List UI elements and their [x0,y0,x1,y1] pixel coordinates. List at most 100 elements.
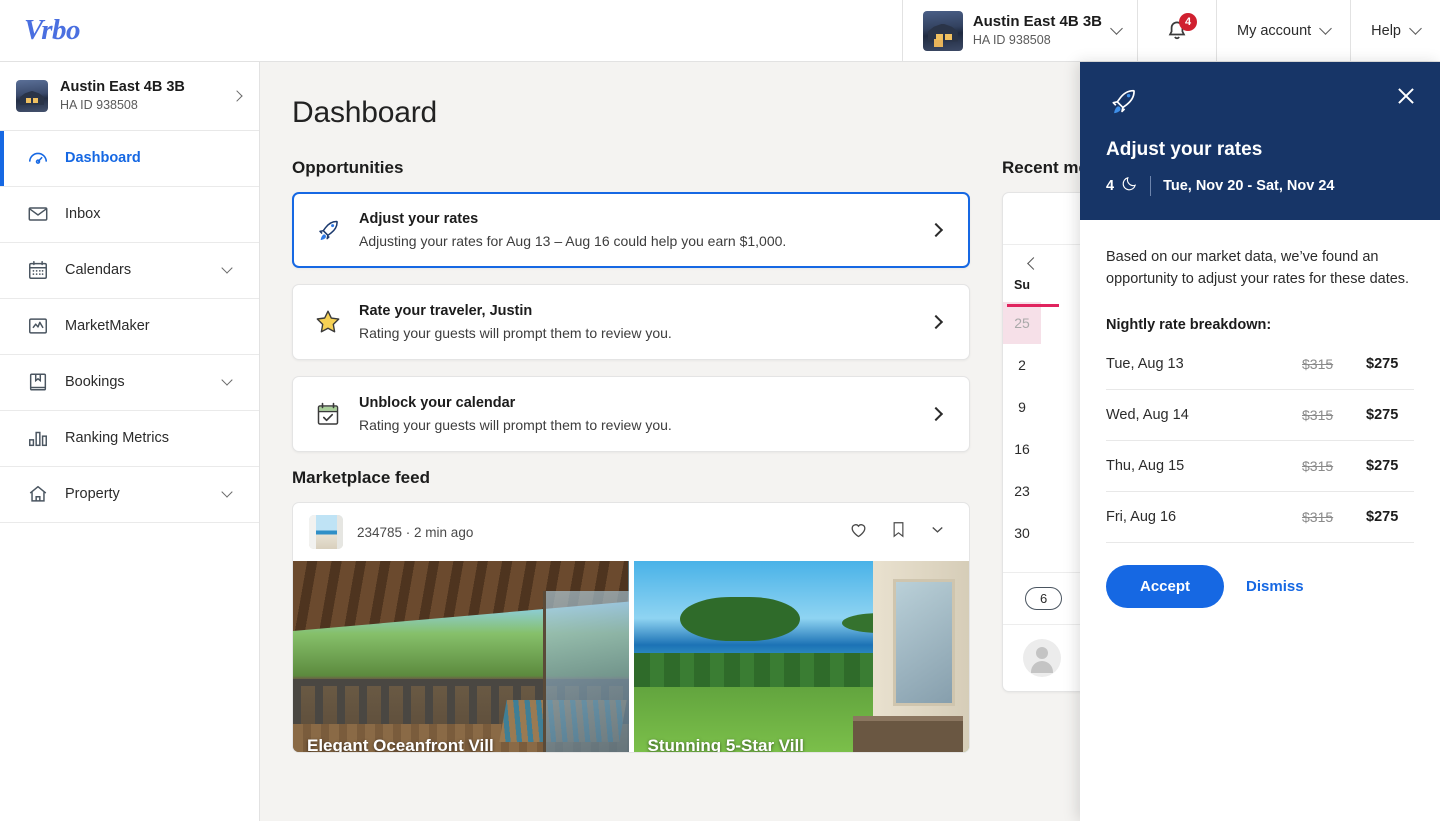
property-switcher[interactable]: Austin East 4B 3B HA ID 938508 [901,0,1137,61]
sidebar-item-ranking-metrics[interactable]: Ranking Metrics [0,411,259,467]
opportunities-heading: Opportunities [292,158,404,177]
feed-post-meta: 234785 · 2 min ago [357,524,474,540]
chevron-right-icon[interactable] [928,222,944,238]
sidebar-item-label: Ranking Metrics [65,430,169,447]
rate-old-price: $315 [1302,406,1334,423]
sidebar-item-property[interactable]: Property [0,467,259,523]
calendar-dow-label: Su [1014,278,1030,292]
calendar-icon [27,259,49,281]
feed-photo-2[interactable]: Stunning 5-Star Vill [633,561,969,752]
moon-icon [1121,175,1138,196]
chevron-right-icon[interactable] [928,406,944,422]
calendar-day-cell[interactable]: 25 [1003,302,1059,344]
rate-new-price: $275 [1366,355,1399,372]
chevron-down-icon[interactable] [221,486,233,498]
sidebar-item-inbox[interactable]: Inbox [0,187,259,243]
rate-old-price: $315 [1302,355,1334,372]
sidebar-item-label: Dashboard [65,150,141,167]
panel-description: Based on our market data, we’ve found an… [1106,249,1410,288]
calendar-day-cell[interactable]: 16 [1003,428,1041,470]
feed-photo-caption: Elegant Oceanfront Vill [307,736,494,752]
rate-row: Wed, Aug 14 $315 $275 [1106,390,1414,441]
bell-icon-wrapper: 4 [1164,12,1198,44]
calendar-prev-month-button[interactable] [1027,257,1040,270]
heart-icon[interactable] [848,519,869,545]
property-switcher-meta: Austin East 4B 3B HA ID 938508 [973,13,1102,48]
opportunity-title: Adjust your rates [359,211,479,227]
sidebar-item-label: Bookings [65,374,125,391]
rocket-icon [313,215,343,245]
chevron-down-icon [1319,22,1333,35]
help-menu[interactable]: Help [1350,0,1440,61]
feed-post-avatar-image [309,515,343,549]
sidebar-property-selector[interactable]: Austin East 4B 3B HA ID 938508 [0,62,259,131]
feed-photo-caption: Stunning 5-Star Vill [647,736,804,752]
panel-nights: 4 [1106,175,1138,196]
opportunity-body: Rate your traveler, Justin Rating your g… [359,303,915,341]
sidebar-item-calendars[interactable]: Calendars [0,243,259,299]
sidebar-item-dashboard[interactable]: Dashboard [0,130,259,187]
chevron-down-icon[interactable] [928,520,947,544]
sidebar-item-label: Inbox [65,206,101,223]
my-account-menu[interactable]: My account [1216,0,1350,61]
rate-old-price: $315 [1302,457,1334,474]
rocket-icon [1106,84,1414,123]
speedometer-icon [27,147,49,169]
sidebar: Austin East 4B 3B HA ID 938508 Dashboard… [0,62,260,821]
opportunity-card-adjust-rates[interactable]: Adjust your rates Adjusting your rates f… [292,192,970,268]
sidebar-property-ha-id: HA ID 938508 [60,97,138,112]
opportunity-subtitle: Rating your guests will prompt them to r… [359,417,672,433]
logo-container[interactable]: Vrbo [0,0,260,61]
property-ha-id: HA ID 938508 [972,32,1051,47]
chevron-down-icon[interactable] [221,262,233,274]
feed-photo-1[interactable]: Elegant Oceanfront Vill [293,561,629,752]
calendar-day-cell[interactable]: 9 [1003,386,1041,428]
notification-badge: 4 [1179,12,1198,31]
photo-detail [679,597,800,641]
panel-divider [1150,175,1152,196]
chart-line-icon [27,315,49,337]
chevron-right-icon [231,90,243,102]
opportunity-subtitle: Rating your guests will prompt them to r… [359,325,672,341]
panel-date-range: Tue, Nov 20 - Sat, Nov 24 [1163,177,1335,194]
opportunity-body: Adjust your rates Adjusting your rates f… [359,211,915,249]
chevron-right-icon[interactable] [928,314,944,330]
chevron-down-icon[interactable] [221,374,233,386]
property-name: Austin East 4B 3B [972,13,1103,30]
feed-post-actions [848,519,953,545]
notifications-button[interactable]: 4 [1137,0,1216,61]
sidebar-item-marketmaker[interactable]: MarketMaker [0,299,259,355]
rate-date: Wed, Aug 14 [1106,406,1189,423]
property-thumbnail-image [922,10,963,51]
photo-detail [542,591,629,752]
sidebar-item-label: Calendars [65,262,132,279]
calendar-day-cell[interactable]: 2 [1003,344,1041,386]
opportunity-subtitle: Adjusting your rates for Aug 13 – Aug 16… [359,233,787,249]
calendar-day-cell[interactable]: 23 [1003,470,1041,512]
sidebar-item-label: MarketMaker [65,318,150,335]
opportunity-title: Rate your traveler, Justin [359,303,533,319]
sidebar-item-bookings[interactable]: Bookings [0,355,259,411]
top-navigation-bar: Vrbo Austin East 4B 3B HA ID 938508 4 My… [0,0,1440,62]
panel-title: Adjust your rates [1106,139,1263,160]
app-root: Vrbo Austin East 4B 3B HA ID 938508 4 My… [0,0,1440,821]
rate-date: Tue, Aug 13 [1106,355,1184,372]
close-icon[interactable] [1396,86,1416,106]
opportunity-card-rate-traveler[interactable]: Rate your traveler, Justin Rating your g… [292,284,970,360]
chevron-down-icon [1110,22,1123,35]
opportunity-card-unblock-calendar[interactable]: Unblock your calendar Rating your guests… [292,376,970,452]
adjust-rates-panel: Adjust your rates 4 Tue, Nov 20 - Sat, N… [1080,62,1440,821]
rate-old-price: $315 [1302,508,1334,525]
panel-body: Based on our market data, we’ve found an… [1080,220,1440,821]
accept-button[interactable]: Accept [1106,564,1225,608]
dismiss-button[interactable]: Dismiss [1246,578,1304,595]
envelope-icon [27,203,49,225]
bookmark-icon[interactable] [889,520,908,544]
calendar-day-cell[interactable]: 30 [1003,512,1041,554]
calendar-check-icon [313,399,343,429]
calendar-count-pill[interactable]: 6 [1025,587,1063,610]
help-label: Help [1371,22,1401,39]
home-icon [27,483,49,505]
sidebar-property-thumbnail [16,79,48,112]
